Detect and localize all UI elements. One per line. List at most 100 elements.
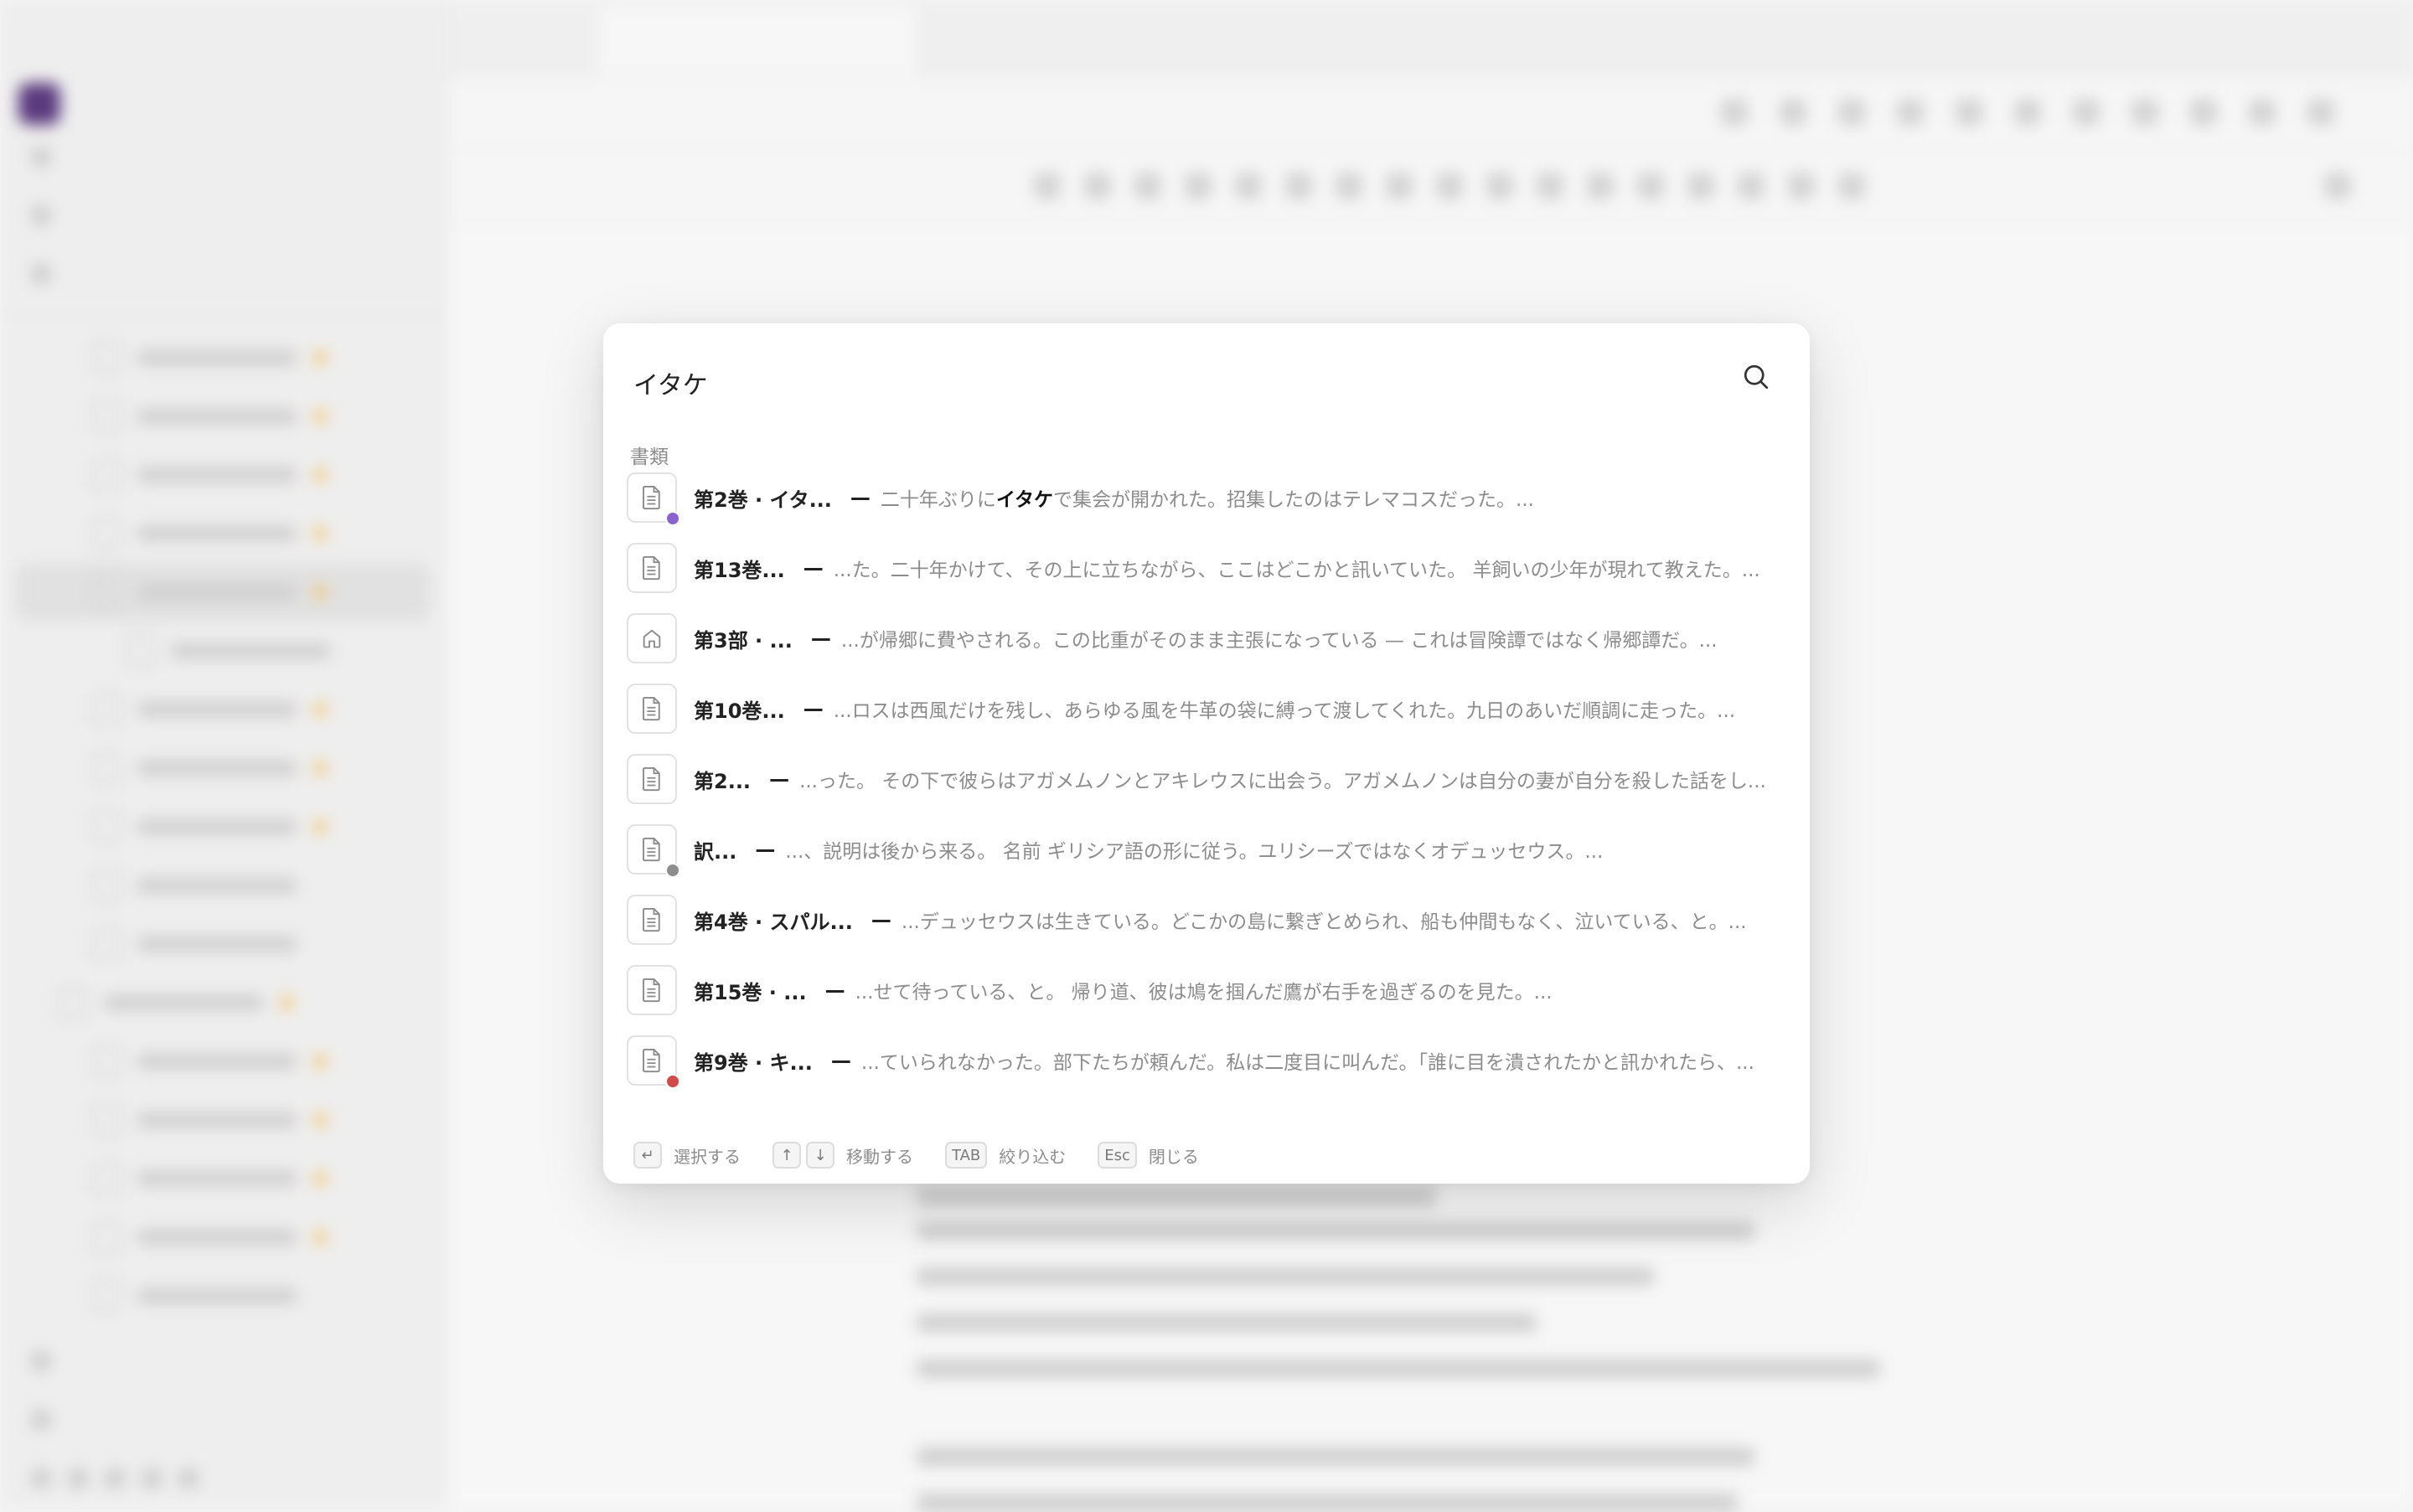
toolbar-icon[interactable] (2307, 99, 2334, 126)
tree-item[interactable] (0, 973, 446, 1032)
toolbar-icon[interactable] (2249, 99, 2276, 126)
toolbar-icon[interactable] (1738, 173, 1765, 199)
search-result-row[interactable]: 第3部 · ... — ...が帰郷に費やされる。この比重がそのまま主張になっている… (627, 603, 1800, 673)
sidebar-row[interactable] (0, 1332, 446, 1391)
toolbar-icon[interactable] (2073, 99, 2100, 126)
toolbar-icon[interactable] (2131, 99, 2158, 126)
tree-item[interactable] (0, 739, 446, 797)
toolbar-icon[interactable] (1587, 173, 1614, 199)
tree-item[interactable] (0, 446, 446, 504)
document-icon (92, 518, 121, 550)
toolbar-icon[interactable] (1637, 173, 1664, 199)
toolbar-icon[interactable] (1185, 173, 1212, 199)
tree-item[interactable] (0, 1149, 446, 1208)
document-icon (627, 895, 677, 945)
sidebar-row[interactable] (0, 245, 446, 303)
sidebar-top (0, 0, 446, 75)
separator-dash: — (850, 486, 871, 509)
toolbar-icon[interactable] (1336, 173, 1362, 199)
enter-key: ↵ (633, 1142, 662, 1169)
toolbar-icon[interactable] (1788, 173, 1815, 199)
toolbar-icon[interactable] (1687, 173, 1714, 199)
workspace-switcher[interactable] (0, 80, 446, 127)
toolbar-icon[interactable] (1486, 173, 1513, 199)
format-toolbar (447, 151, 2413, 224)
toolbar-icon[interactable] (1721, 99, 1748, 126)
close-hint: 閉じる (1148, 1146, 1199, 1167)
document-icon (92, 694, 121, 725)
search-result-row[interactable]: 第15巻 · ... — ...せて待っている、と。 帰り道、彼は鳩を掴んだ鷹が右手… (627, 955, 1800, 1025)
result-title: 第15巻 · ... (694, 980, 807, 1004)
tool-icon[interactable] (30, 1468, 52, 1489)
tree-item[interactable] (0, 504, 446, 563)
document-icon (627, 1035, 680, 1089)
search-result-row[interactable]: 第9巻 · キ... — ...ていられなかった。部下たちが頼んだ。私は二度目に叫ん… (627, 1025, 1800, 1096)
toolbar-icon[interactable] (1897, 99, 1924, 126)
tree-item[interactable] (0, 387, 446, 446)
toolbar-icon[interactable] (1084, 173, 1111, 199)
separator-dash: — (755, 838, 776, 861)
tree-item-label (137, 467, 297, 482)
text-line (917, 1221, 1754, 1240)
snippet-highlight: イタケ (995, 489, 1054, 511)
tree-item-label (137, 1230, 297, 1245)
search-icon[interactable] (1741, 362, 1771, 392)
search-result-row[interactable]: 訳... — ...、説明は後から来る。 名前 ギリシア語の形に従う。ユリシーズでは… (627, 814, 1800, 885)
tool-icon[interactable] (104, 1468, 126, 1489)
sidebar-row[interactable] (0, 1391, 446, 1449)
search-result-row[interactable]: 第2... — ...った。 その下で彼らはアガメムノンとアキレウスに出会う。アガメ… (627, 744, 1800, 814)
toolbar-icon[interactable] (1285, 173, 1312, 199)
search-result-row[interactable]: 第4巻 · スパル... — ...デュッセウスは生きている。どこかの島に繋ぎとめら… (627, 885, 1800, 955)
tree-item[interactable] (0, 1267, 446, 1325)
tab-key: TAB (945, 1142, 988, 1169)
tree-item[interactable] (0, 856, 446, 915)
tree-item[interactable] (0, 1091, 446, 1149)
star-icon (313, 1113, 327, 1127)
tool-icon[interactable] (178, 1468, 199, 1489)
toolbar-icon[interactable] (2190, 99, 2217, 126)
sidebar-bottom (0, 1332, 446, 1508)
tree-item[interactable] (0, 915, 446, 973)
star-icon (313, 1172, 327, 1185)
document-icon (627, 824, 680, 878)
tree-item-selected[interactable] (15, 563, 431, 622)
tab-active[interactable] (598, 7, 917, 75)
tree-item[interactable] (0, 680, 446, 739)
separator-dash: — (810, 627, 831, 650)
tree-item[interactable] (0, 1208, 446, 1267)
toolbar-icon[interactable] (2324, 173, 2351, 199)
toolbar-icon[interactable] (1956, 99, 1982, 126)
toolbar-icon[interactable] (1780, 99, 1806, 126)
sidebar-row[interactable] (0, 186, 446, 245)
workspace-avatar (18, 83, 60, 125)
toolbar-icon[interactable] (1436, 173, 1463, 199)
search-result-row[interactable]: 第13巻... — ...た。二十年かけて、その上に立ちながら、ここはどこかと訊いて… (627, 533, 1800, 603)
toolbar-icon[interactable] (1386, 173, 1413, 199)
toolbar-icon[interactable] (2014, 99, 2041, 126)
snippet-text: 二十年ぶりに (880, 489, 996, 511)
result-snippet: ...た。二十年かけて、その上に立ちながら、ここはどこかと訊いていた。 羊飼いの… (834, 554, 1760, 582)
toolbar-icon[interactable] (1838, 99, 1865, 126)
sidebar-row[interactable] (0, 127, 446, 186)
tool-icon[interactable] (67, 1468, 89, 1489)
tree-item[interactable] (0, 328, 446, 387)
tree-item[interactable] (0, 1032, 446, 1091)
toolbar-icon[interactable] (1235, 173, 1262, 199)
document-icon (627, 472, 680, 526)
tree-item-label (137, 1054, 297, 1069)
search-result-row[interactable]: 第10巻... — ...ロスは西風だけを残し、あらゆる風を牛革の袋に縛って渡してく… (627, 673, 1800, 744)
toolbar-icon[interactable] (1537, 173, 1563, 199)
tree-item[interactable] (0, 622, 446, 680)
toolbar-icon[interactable] (1134, 173, 1161, 199)
tool-icon[interactable] (141, 1468, 163, 1489)
star-icon (313, 468, 327, 482)
search-result-row[interactable]: 第2巻 · イタ... — 二十年ぶりにイタケで集会が開かれた。招集したのはテレマコ… (627, 462, 1800, 533)
tree-item[interactable] (0, 797, 446, 856)
result-snippet: ...、説明は後から来る。 名前 ギリシア語の形に従う。ユリシーズではなくオデュ… (785, 835, 1603, 864)
toolbar-icon[interactable] (1838, 173, 1865, 199)
snippet-text: ...、説明は後から来る。 名前 ギリシア語の形に従う。ユリシーズではなくオデュ… (785, 841, 1604, 863)
toolbar-icon[interactable] (1034, 173, 1061, 199)
result-title: 第13巻... (694, 558, 785, 582)
search-input[interactable] (633, 352, 1706, 414)
image-icon (126, 635, 154, 667)
